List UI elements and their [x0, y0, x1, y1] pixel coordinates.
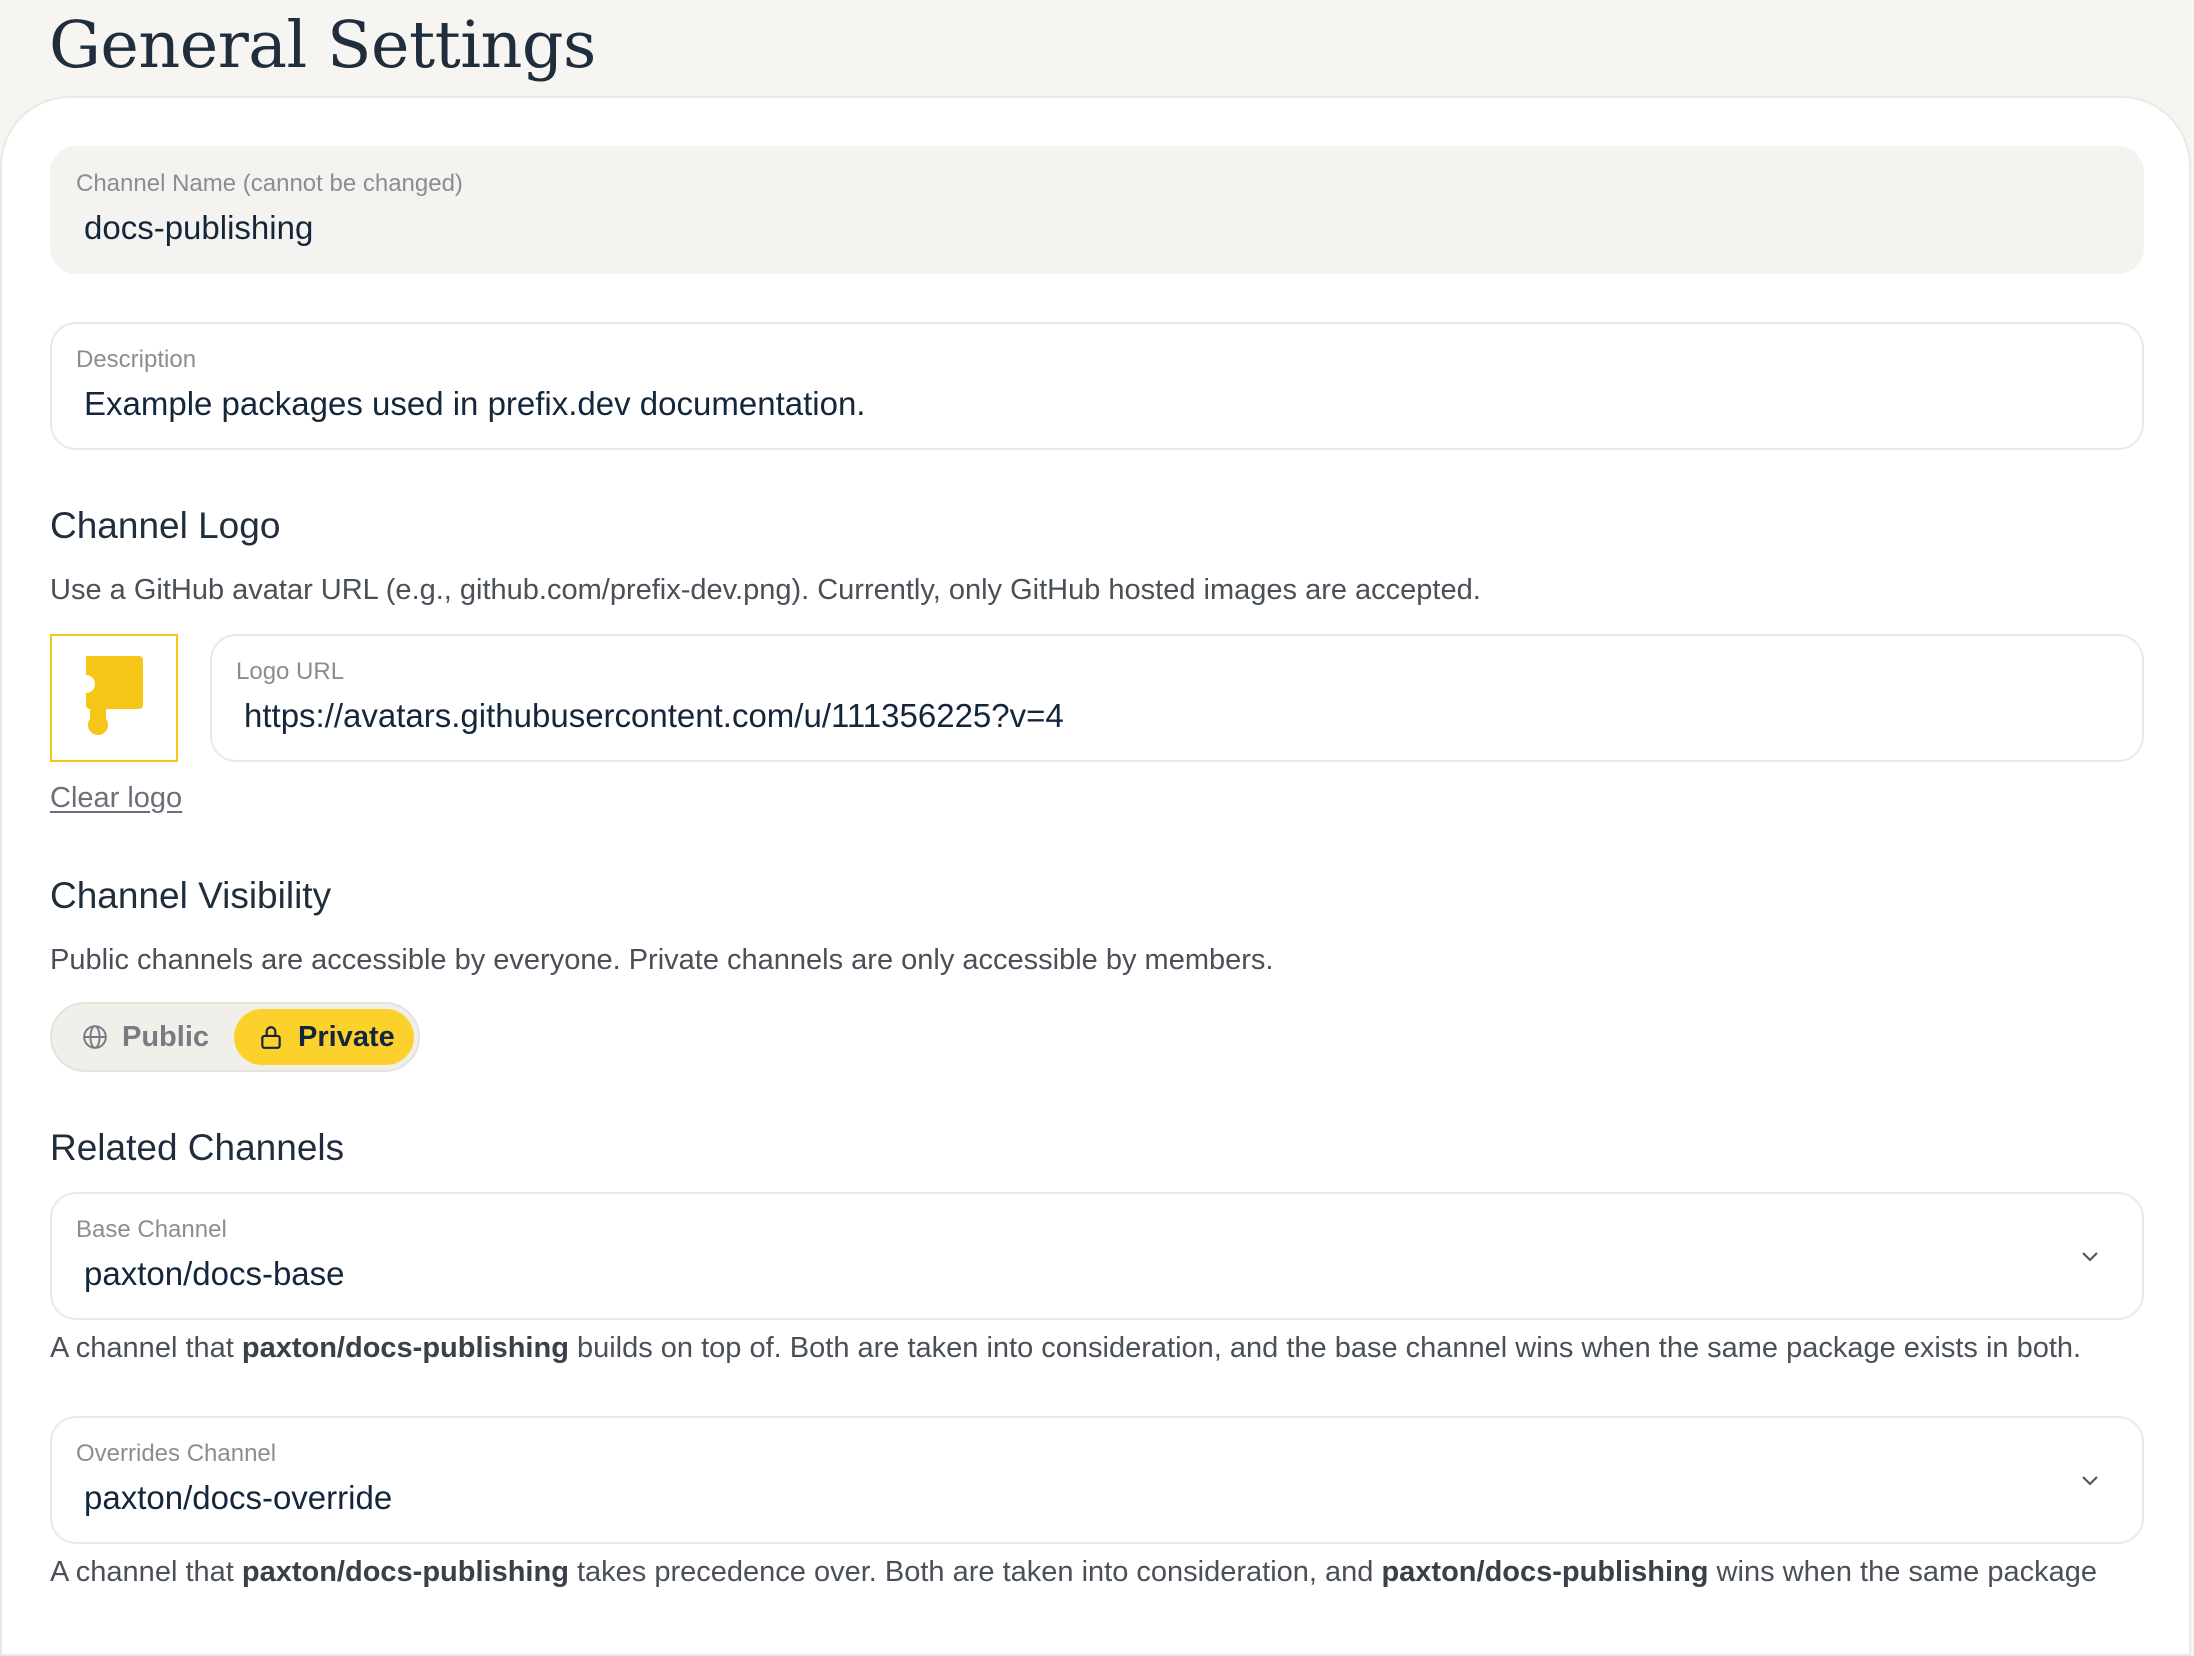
description-input[interactable]: Example packages used in prefix.dev docu…	[84, 384, 865, 424]
channel-logo-heading: Channel Logo	[50, 505, 281, 546]
channel-name-label: Channel Name (cannot be changed)	[76, 170, 463, 197]
channel-visibility-heading: Channel Visibility	[50, 875, 332, 916]
visibility-public-label: Public	[122, 1020, 210, 1053]
channel-visibility-description: Public channels are accessible by everyo…	[50, 944, 1274, 976]
overrides-channel-help: A channel that paxton/docs-publishing ta…	[50, 1554, 2097, 1590]
channel-name-field: Channel Name (cannot be changed) docs-pu…	[50, 146, 2144, 274]
clear-logo-link[interactable]: Clear logo	[50, 780, 182, 816]
visibility-public-option[interactable]: Public	[60, 1009, 228, 1065]
overrides-help-channel-2: paxton/docs-publishing	[1381, 1556, 1709, 1588]
logo-preview	[50, 634, 178, 762]
overrides-help-channel: paxton/docs-publishing	[241, 1556, 569, 1588]
overrides-help-suffix: wins when the same package	[1708, 1556, 2097, 1588]
logo-url-field[interactable]: Logo URL https://avatars.githubuserconte…	[210, 634, 2144, 762]
description-label: Description	[76, 346, 197, 373]
overrides-help-middle: takes precedence over. Both are taken in…	[568, 1556, 1382, 1588]
chevron-down-icon[interactable]	[2078, 1468, 2102, 1492]
globe-icon	[83, 1025, 107, 1049]
overrides-channel-label: Overrides Channel	[76, 1440, 277, 1467]
puzzle-logo-icon	[86, 656, 143, 735]
visibility-private-label: Private	[298, 1020, 395, 1053]
lock-icon	[261, 1026, 281, 1049]
overrides-channel-select[interactable]: Overrides Channel paxton/docs-override	[50, 1416, 2144, 1544]
base-help-prefix: A channel that	[50, 1332, 242, 1364]
base-channel-value: paxton/docs-base	[84, 1255, 345, 1292]
chevron-down-icon[interactable]	[2078, 1244, 2102, 1268]
channel-name-value: docs-publishing	[84, 209, 314, 246]
base-help-channel: paxton/docs-publishing	[241, 1332, 569, 1364]
base-channel-select[interactable]: Base Channel paxton/docs-base	[50, 1192, 2144, 1320]
base-channel-help: A channel that paxton/docs-publishing bu…	[50, 1330, 2081, 1366]
overrides-channel-value: paxton/docs-override	[84, 1479, 393, 1516]
page-title: General Settings	[49, 8, 596, 83]
visibility-private-option[interactable]: Private	[234, 1009, 414, 1065]
channel-logo-description: Use a GitHub avatar URL (e.g., github.co…	[50, 574, 1481, 606]
visibility-toggle: Public Private	[50, 1002, 420, 1072]
related-channels-heading: Related Channels	[50, 1127, 345, 1168]
logo-url-input[interactable]: https://avatars.githubusercontent.com/u/…	[244, 696, 1064, 736]
overrides-help-prefix: A channel that	[50, 1556, 242, 1588]
base-channel-label: Base Channel	[76, 1216, 227, 1243]
logo-url-label: Logo URL	[236, 658, 345, 685]
base-help-suffix: builds on top of. Both are taken into co…	[568, 1332, 2082, 1364]
description-field[interactable]: Description Example packages used in pre…	[50, 322, 2144, 450]
